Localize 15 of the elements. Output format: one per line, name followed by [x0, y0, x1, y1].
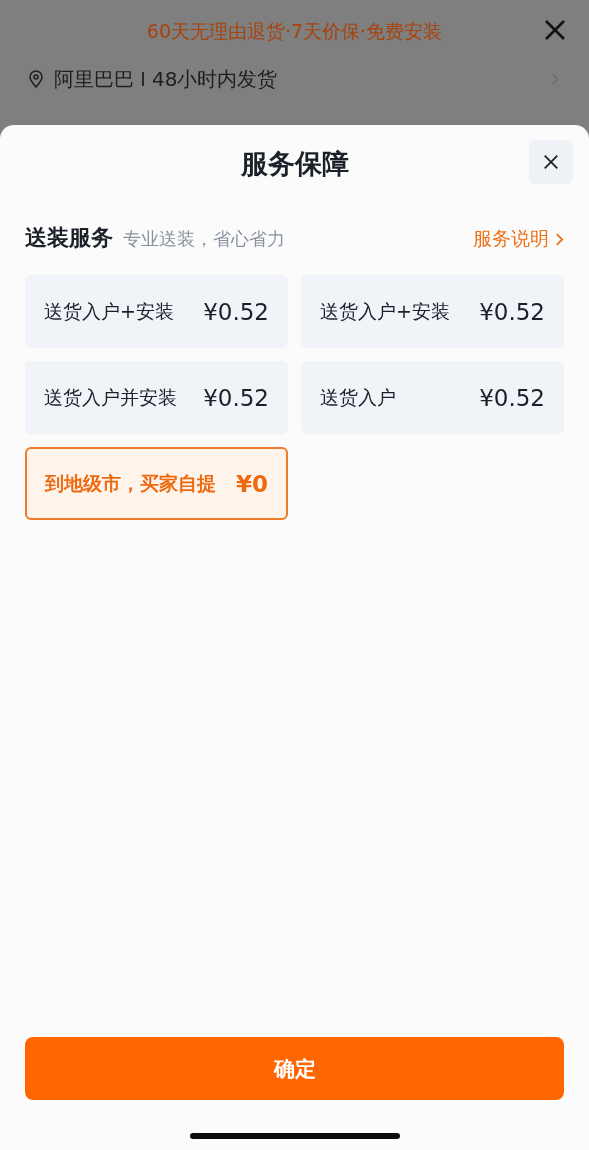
promo-text: 60天无理由退货·7天价保·免费安装 — [146, 19, 443, 44]
section-title: 送装服务 — [25, 224, 113, 252]
service-option[interactable]: 送货入户并安装 ¥0.52 — [25, 361, 288, 434]
section-subtitle: 专业送装，省心省力 — [123, 227, 285, 251]
location-pin-icon — [26, 69, 46, 89]
chevron-right-icon — [555, 231, 564, 247]
close-icon — [542, 153, 560, 171]
sheet-title: 服务保障 — [240, 147, 349, 181]
service-option[interactable]: 送货入户+安装 ¥0.52 — [25, 275, 288, 348]
service-option[interactable]: 送货入户+安装 ¥0.52 — [301, 275, 564, 348]
close-button[interactable] — [529, 140, 573, 184]
close-icon[interactable] — [543, 18, 567, 42]
service-option[interactable]: 送货入户 ¥0.52 — [301, 361, 564, 434]
shop-name: 阿里巴巴 — [54, 65, 134, 93]
shipping-text: 48小时内发货 — [152, 65, 278, 93]
